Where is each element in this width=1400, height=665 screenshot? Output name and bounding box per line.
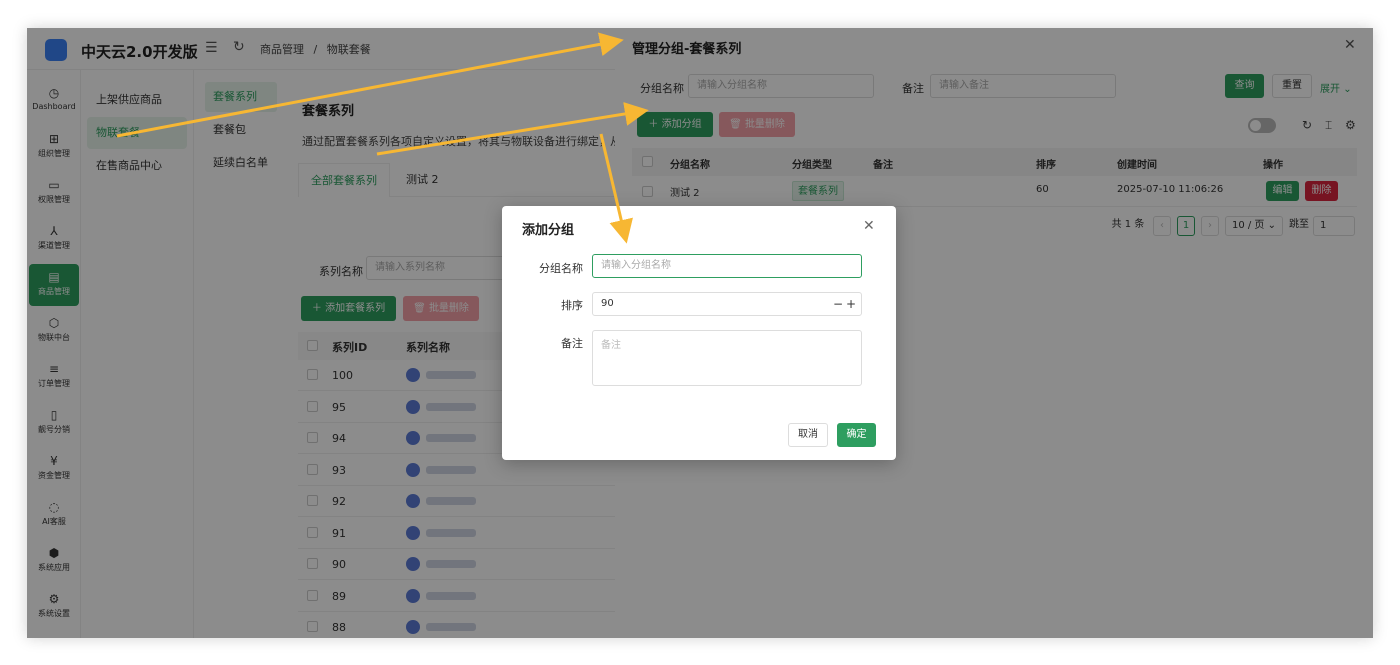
annotation-arrows (116, 32, 649, 244)
app-window: 中天云2.0开发版 ☰ ↻ 商品管理 / 物联套餐 ◷ Dashboard ⊞ 组织… (27, 28, 1373, 638)
arrow-1 (116, 32, 624, 138)
arrow-3 (599, 133, 633, 244)
arrow-2 (376, 102, 649, 156)
